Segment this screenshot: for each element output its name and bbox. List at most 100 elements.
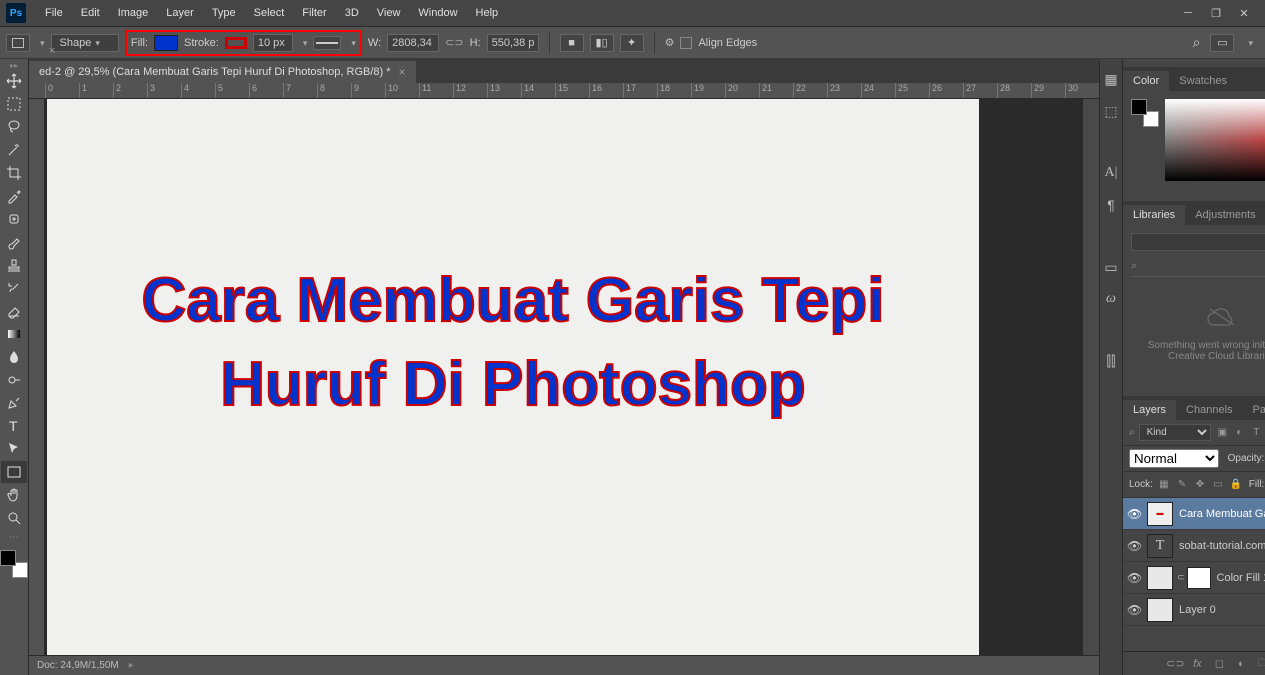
foreground-color[interactable] bbox=[0, 550, 16, 566]
link-wh-icon[interactable]: ⊂⊃ bbox=[445, 36, 463, 49]
history-panel-icon[interactable]: ▦ bbox=[1100, 69, 1122, 89]
menu-window[interactable]: Window bbox=[409, 3, 466, 23]
menu-edit[interactable]: Edit bbox=[72, 3, 109, 23]
lock-transparency-icon[interactable]: ▦ bbox=[1157, 478, 1171, 492]
library-select[interactable] bbox=[1131, 233, 1265, 251]
measure-panel-icon[interactable]: ⫿⫿ bbox=[1100, 351, 1122, 371]
tab-color[interactable]: Color bbox=[1123, 71, 1169, 91]
filter-pixel-icon[interactable]: ▣ bbox=[1215, 426, 1229, 440]
path-select-tool[interactable] bbox=[1, 438, 27, 460]
glyphs-panel-icon[interactable]: ω bbox=[1100, 289, 1122, 309]
visibility-toggle-icon[interactable]: 👁 bbox=[1127, 539, 1141, 553]
brush-tool[interactable] bbox=[1, 231, 27, 253]
menu-select[interactable]: Select bbox=[245, 3, 294, 23]
shape-mode-select[interactable]: Shape bbox=[51, 34, 119, 52]
stroke-type-dd[interactable] bbox=[347, 37, 356, 49]
fill-swatch[interactable] bbox=[154, 35, 178, 51]
paragraph-panel-icon[interactable]: ¶ bbox=[1100, 195, 1122, 215]
path-arrange-icon[interactable]: ▮▯ bbox=[590, 34, 614, 52]
tab-paths[interactable]: Paths bbox=[1243, 400, 1265, 420]
minimize-button[interactable]: ─ bbox=[1181, 6, 1195, 20]
tab-adjustments[interactable]: Adjustments bbox=[1185, 205, 1265, 225]
gradient-tool[interactable] bbox=[1, 323, 27, 345]
color-spectrum[interactable] bbox=[1165, 99, 1265, 181]
menu-3d[interactable]: 3D bbox=[336, 3, 368, 23]
menu-view[interactable]: View bbox=[368, 3, 410, 23]
tab-close-upper[interactable]: × bbox=[49, 45, 55, 57]
tool-preset-icon[interactable] bbox=[6, 34, 30, 52]
magic-wand-tool[interactable] bbox=[1, 139, 27, 161]
layer-row[interactable]: 👁Layer 0 bbox=[1123, 594, 1265, 626]
menu-type[interactable]: Type bbox=[203, 3, 245, 23]
visibility-toggle-icon[interactable]: 👁 bbox=[1127, 603, 1141, 617]
lock-pixels-icon[interactable]: ✎ bbox=[1175, 478, 1189, 492]
menu-file[interactable]: File bbox=[36, 3, 72, 23]
width-input[interactable] bbox=[387, 34, 439, 52]
crop-tool[interactable] bbox=[1, 162, 27, 184]
mask-link-icon[interactable]: ⊂ bbox=[1177, 572, 1185, 583]
lock-artboard-icon[interactable]: ▭ bbox=[1211, 478, 1225, 492]
menu-filter[interactable]: Filter bbox=[293, 3, 335, 23]
panel-fg-color[interactable] bbox=[1131, 99, 1147, 115]
properties-panel-icon[interactable]: ⬚ bbox=[1100, 101, 1122, 121]
eraser-tool[interactable] bbox=[1, 300, 27, 322]
vertical-scrollbar[interactable] bbox=[1083, 99, 1099, 655]
type-tool[interactable]: T bbox=[1, 415, 27, 437]
hand-tool[interactable] bbox=[1, 484, 27, 506]
layer-fx-icon[interactable]: fx bbox=[1190, 657, 1204, 671]
path-align-icon[interactable]: ■ bbox=[560, 34, 584, 52]
stroke-type-select[interactable] bbox=[313, 36, 341, 50]
history-brush-tool[interactable] bbox=[1, 277, 27, 299]
search-icon[interactable]: ⌕ bbox=[1193, 34, 1201, 51]
height-input[interactable] bbox=[487, 34, 539, 52]
workspace-switcher[interactable]: ▭ bbox=[1210, 34, 1234, 52]
workspace-dd[interactable] bbox=[1244, 37, 1253, 49]
stroke-swatch[interactable] bbox=[225, 37, 247, 49]
new-group-icon[interactable]: 🗀 bbox=[1256, 657, 1265, 671]
document-tab[interactable]: ed-2 @ 29,5% (Cara Membuat Garis Tepi Hu… bbox=[29, 61, 416, 83]
eyedropper-tool[interactable] bbox=[1, 185, 27, 207]
canvas[interactable]: Cara Membuat Garis Tepi Huruf Di Photosh… bbox=[47, 99, 979, 655]
gear-icon[interactable]: ⚙ bbox=[665, 36, 675, 49]
stroke-width-dd[interactable] bbox=[299, 37, 308, 49]
tool-preset-dd[interactable] bbox=[36, 37, 45, 49]
filter-kind-select[interactable]: Kind bbox=[1139, 424, 1212, 441]
character-panel-icon[interactable]: A| bbox=[1100, 163, 1122, 183]
menu-image[interactable]: Image bbox=[109, 3, 158, 23]
status-menu-icon[interactable]: ▸ bbox=[129, 660, 134, 671]
zoom-tool[interactable] bbox=[1, 507, 27, 529]
canvas-viewport[interactable]: Cara Membuat Garis Tepi Huruf Di Photosh… bbox=[45, 99, 1083, 655]
rectangle-tool[interactable] bbox=[1, 461, 27, 483]
visibility-toggle-icon[interactable]: 👁 bbox=[1127, 507, 1141, 521]
close-button[interactable]: ✕ bbox=[1237, 6, 1251, 20]
add-mask-icon[interactable]: ◻ bbox=[1212, 657, 1226, 671]
layer-row[interactable]: 👁Tsobat-tutorial.com bbox=[1123, 530, 1265, 562]
color-swatches[interactable] bbox=[0, 550, 28, 578]
blur-tool[interactable] bbox=[1, 346, 27, 368]
actions-panel-icon[interactable]: ▭ bbox=[1100, 257, 1122, 277]
layer-row[interactable]: 👁▬Cara Membuat Garis Tepi ... bbox=[1123, 498, 1265, 530]
lock-position-icon[interactable]: ✥ bbox=[1193, 478, 1207, 492]
tab-swatches[interactable]: Swatches bbox=[1169, 71, 1237, 91]
library-search[interactable]: ⌕ bbox=[1131, 257, 1265, 277]
new-fill-icon[interactable]: ◐ bbox=[1234, 657, 1248, 671]
tab-close-icon[interactable]: × bbox=[399, 65, 406, 79]
align-edges-checkbox[interactable] bbox=[680, 37, 692, 49]
tab-libraries[interactable]: Libraries bbox=[1123, 205, 1185, 225]
pen-tool[interactable] bbox=[1, 392, 27, 414]
tab-layers[interactable]: Layers bbox=[1123, 400, 1176, 420]
link-layers-icon[interactable]: ⊂⊃ bbox=[1168, 657, 1182, 671]
filter-type-icon[interactable]: T bbox=[1249, 426, 1263, 440]
edit-toolbar-icon[interactable]: ⋯ bbox=[9, 532, 19, 543]
filter-search-icon[interactable]: ⌕ bbox=[1129, 427, 1135, 438]
marquee-tool[interactable] bbox=[1, 93, 27, 115]
lasso-tool[interactable] bbox=[1, 116, 27, 138]
stamp-tool[interactable] bbox=[1, 254, 27, 276]
visibility-toggle-icon[interactable]: 👁 bbox=[1127, 571, 1141, 585]
filter-adjust-icon[interactable]: ◐ bbox=[1232, 426, 1246, 440]
healing-tool[interactable] bbox=[1, 208, 27, 230]
menu-layer[interactable]: Layer bbox=[157, 3, 203, 23]
dodge-tool[interactable] bbox=[1, 369, 27, 391]
menu-help[interactable]: Help bbox=[467, 3, 508, 23]
collapse-arrows-icon[interactable]: ▸▸ bbox=[10, 61, 18, 69]
